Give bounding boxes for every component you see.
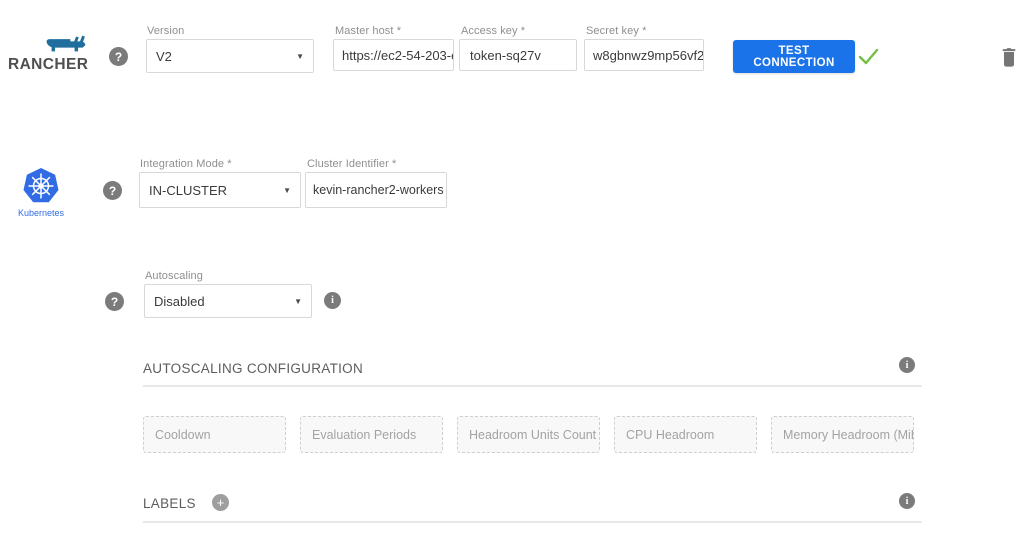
add-label-button[interactable]: + [212, 494, 229, 511]
connection-success-check-icon [856, 46, 880, 68]
info-icon-labels[interactable]: i [899, 493, 915, 509]
section-divider [143, 385, 922, 387]
help-icon-kubernetes[interactable]: ? [103, 181, 122, 200]
integration-mode-label: Integration Mode * [140, 158, 232, 170]
master-host-label: Master host * [335, 25, 401, 37]
access-key-label: Access key * [461, 25, 525, 37]
headroom-units-count-input-disabled: Headroom Units Count [457, 416, 600, 453]
chevron-down-icon: ▼ [288, 297, 302, 306]
info-icon-autoscaling-configuration[interactable]: i [899, 357, 915, 373]
help-icon-rancher[interactable]: ? [109, 47, 128, 66]
delete-trash-icon[interactable] [999, 45, 1019, 69]
integration-config-page: RANCHER ? Version V2 ▼ Master host * htt… [0, 0, 1024, 550]
secret-key-input[interactable]: w8gbnwz9mp56vf2 [584, 39, 704, 71]
integration-mode-select[interactable]: IN-CLUSTER ▼ [139, 172, 301, 208]
kubernetes-helm-icon [22, 167, 60, 205]
cluster-identifier-input[interactable]: kevin-rancher2-workers [305, 172, 447, 208]
chevron-down-icon: ▼ [277, 186, 291, 195]
secret-key-label: Secret key * [586, 25, 647, 37]
autoscaling-label: Autoscaling [145, 270, 203, 282]
access-key-value: token-sq27v [470, 48, 541, 63]
cpu-headroom-input-disabled: CPU Headroom [614, 416, 757, 453]
version-value: V2 [156, 49, 172, 64]
autoscaling-value: Disabled [154, 294, 205, 309]
cluster-identifier-label: Cluster Identifier * [307, 158, 396, 170]
master-host-value: https://ec2-54-203-e [342, 48, 454, 63]
test-connection-button[interactable]: TEST CONNECTION [733, 40, 855, 73]
integration-mode-value: IN-CLUSTER [149, 183, 227, 198]
access-key-input[interactable]: token-sq27v [459, 39, 577, 71]
cooldown-input-disabled: Cooldown [143, 416, 286, 453]
labels-header: LABELS [143, 496, 196, 511]
autoscaling-select[interactable]: Disabled ▼ [144, 284, 312, 318]
chevron-down-icon: ▼ [290, 52, 304, 61]
section-divider [143, 521, 922, 523]
autoscaling-configuration-header: AUTOSCALING CONFIGURATION [143, 361, 363, 376]
rancher-logo-text: RANCHER [8, 56, 88, 74]
memory-headroom-input-disabled: Memory Headroom (MiB) [771, 416, 914, 453]
master-host-input[interactable]: https://ec2-54-203-e [333, 39, 454, 71]
secret-key-value: w8gbnwz9mp56vf2 [593, 48, 704, 63]
cluster-identifier-value: kevin-rancher2-workers [313, 183, 444, 197]
help-icon-autoscaling[interactable]: ? [105, 292, 124, 311]
evaluation-periods-input-disabled: Evaluation Periods [300, 416, 443, 453]
kubernetes-logo-text: Kubernetes [10, 208, 72, 218]
version-label: Version [147, 25, 184, 37]
version-select[interactable]: V2 ▼ [146, 39, 314, 73]
info-icon-autoscaling[interactable]: i [324, 292, 341, 309]
rancher-bull-icon [42, 33, 88, 56]
